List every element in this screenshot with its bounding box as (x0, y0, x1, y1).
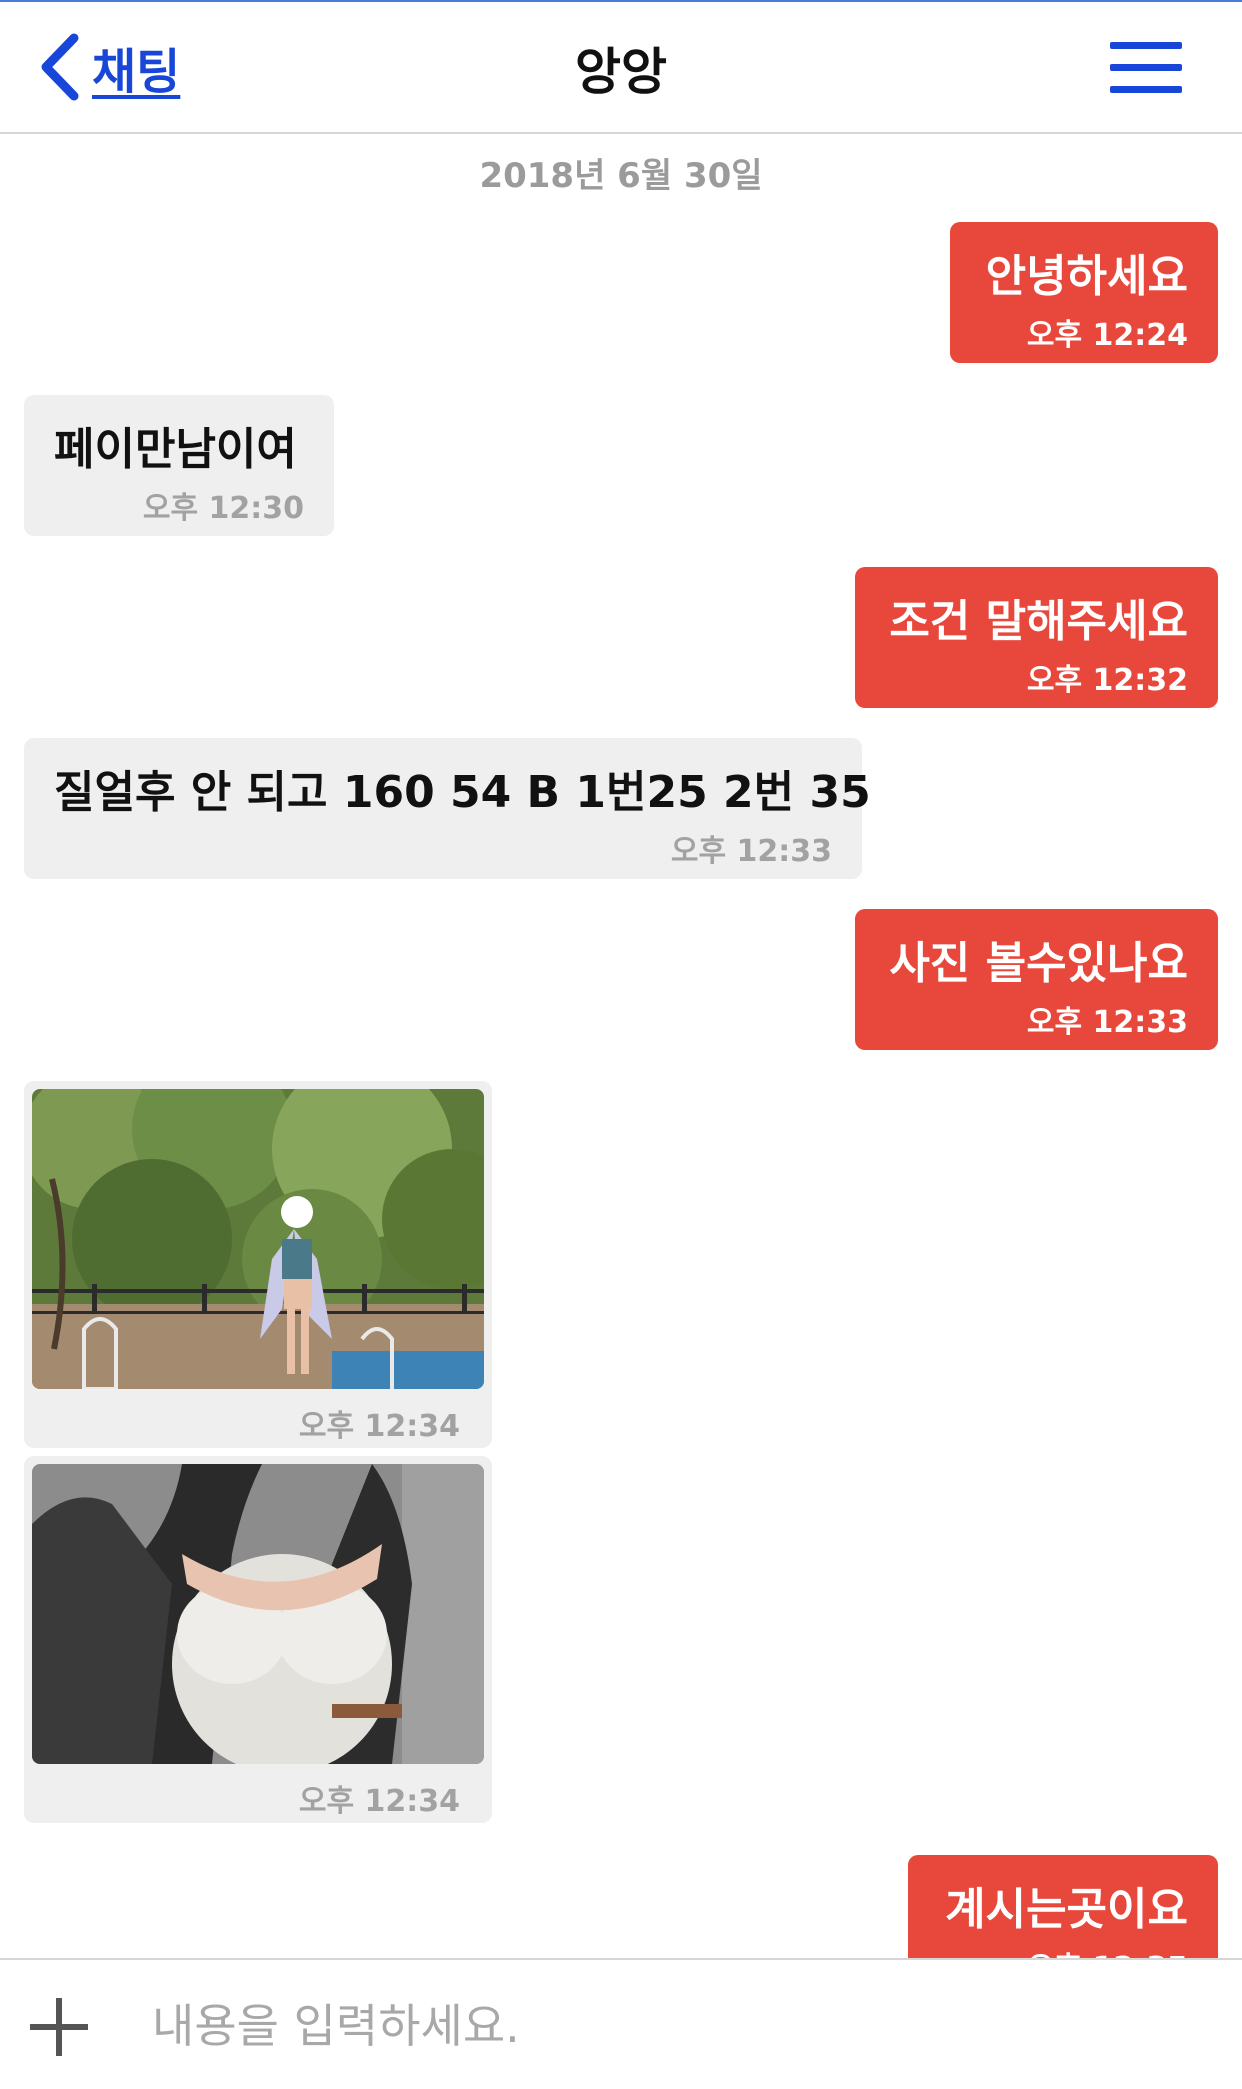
photo-image (32, 1464, 484, 1764)
nav-header: 채팅 앙앙 (0, 2, 1242, 134)
message-bubble-sent[interactable]: 안녕하세요 오후 12:24 (950, 222, 1218, 363)
message-time: 오후 12:33 (670, 834, 832, 869)
message-input[interactable] (150, 1990, 1214, 2062)
message-text: 페이만남이여 (54, 424, 297, 475)
message-text: 조건 말해주세요 (889, 596, 1188, 647)
chat-screen: 채팅 앙앙 2018년 6월 30일 안녕하세요 오후 12:24 페이만남이여… (0, 0, 1242, 2089)
message-bubble-received[interactable]: 페이만남이여 오후 12:30 (24, 395, 334, 536)
message-input-bar (0, 1958, 1242, 2089)
message-time: 오후 12:24 (1026, 318, 1188, 353)
chat-area[interactable]: 2018년 6월 30일 안녕하세요 오후 12:24 페이만남이여 오후 12… (0, 134, 1242, 1958)
photo-image (32, 1089, 484, 1389)
date-divider: 2018년 6월 30일 (479, 156, 763, 196)
image-message[interactable]: 오후 12:34 (24, 1456, 492, 1823)
plus-icon[interactable] (30, 1998, 88, 2056)
message-text: 질얼후 안 되고 160 54 B 1번25 2번 35 (54, 767, 871, 818)
message-time: 오후 12:34 (298, 1784, 460, 1819)
message-time: 오후 12:35 (1027, 1943, 1188, 1958)
image-message[interactable]: 오후 12:34 (24, 1081, 492, 1448)
message-bubble-sent[interactable]: 조건 말해주세요 오후 12:32 (855, 567, 1218, 708)
message-text: 안녕하세요 (985, 251, 1188, 302)
message-time: 오후 12:32 (1026, 663, 1188, 698)
photo-indoor[interactable] (32, 1464, 484, 1764)
message-bubble-sent[interactable]: 계시는곳이요 오후 12:35 (908, 1855, 1218, 1958)
message-text: 사진 볼수있나요 (889, 938, 1188, 989)
message-text: 계시는곳이요 (945, 1884, 1188, 1935)
page-title: 앙앙 (575, 43, 667, 101)
message-time: 오후 12:33 (1026, 1005, 1188, 1040)
message-time: 오후 12:34 (298, 1409, 460, 1444)
message-time: 오후 12:30 (142, 491, 304, 526)
message-bubble-received[interactable]: 질얼후 안 되고 160 54 B 1번25 2번 35 오후 12:33 (24, 738, 871, 879)
message-bubble-sent[interactable]: 사진 볼수있나요 오후 12:33 (855, 909, 1218, 1050)
hamburger-menu-icon[interactable] (1110, 42, 1182, 94)
photo-outdoor[interactable] (32, 1089, 484, 1389)
